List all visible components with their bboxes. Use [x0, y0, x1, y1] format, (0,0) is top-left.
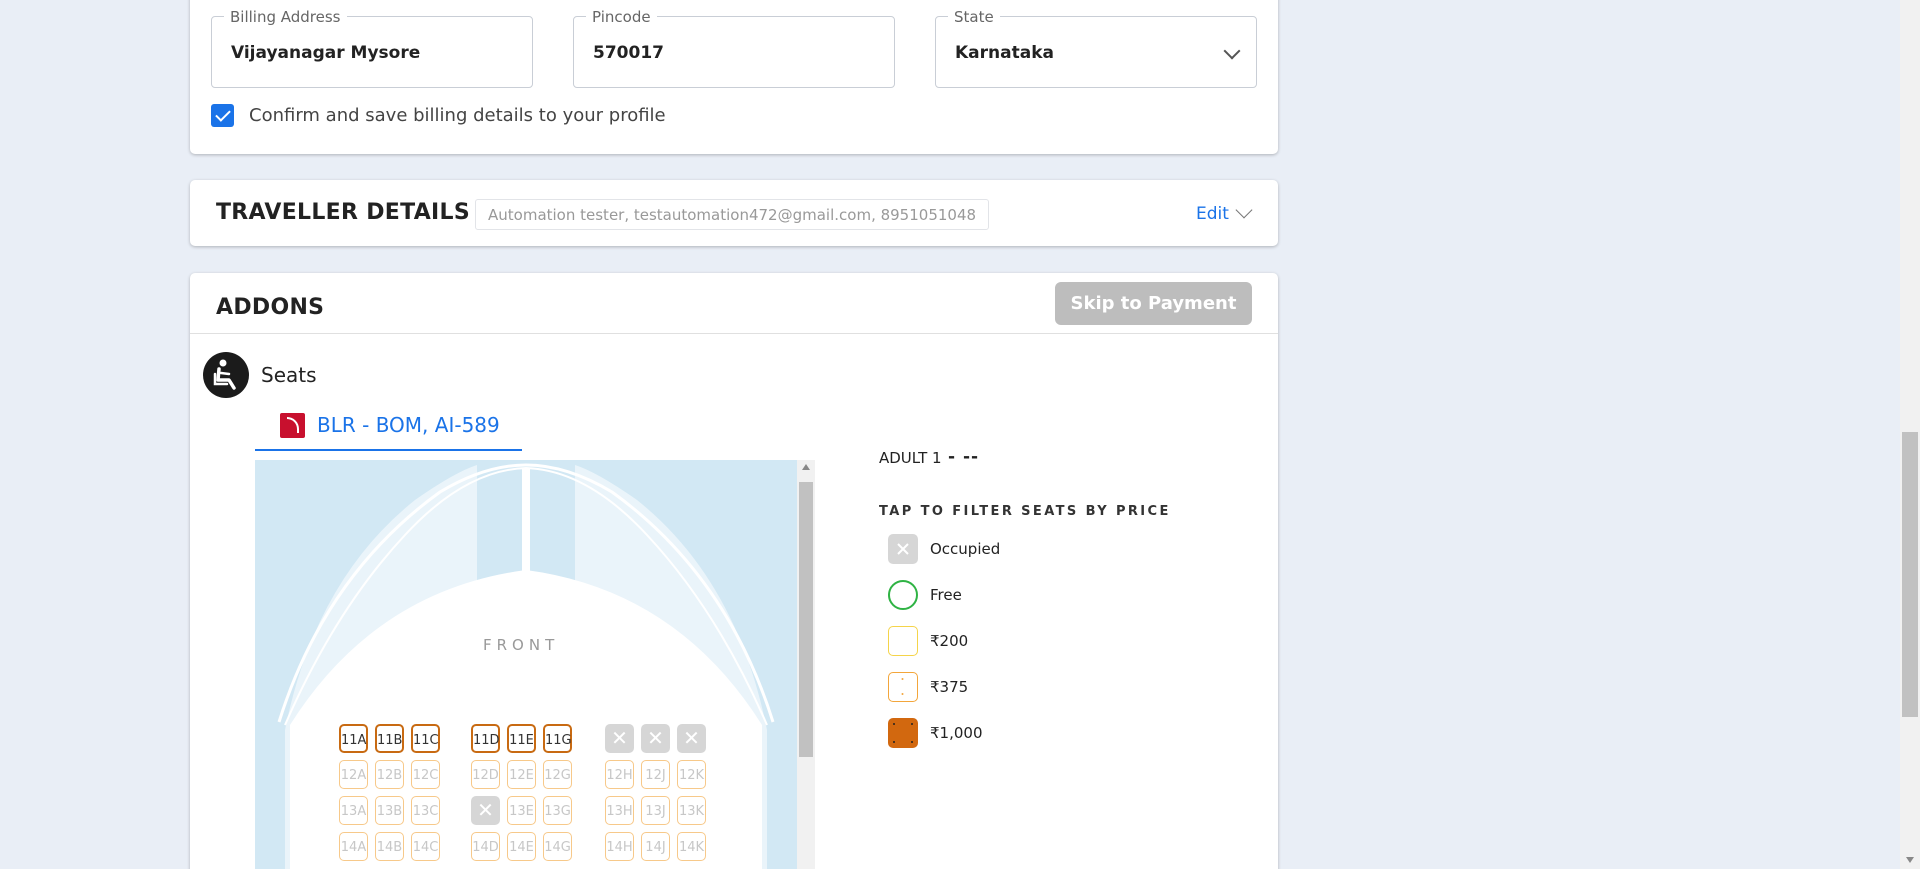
seat-13c[interactable]: 13C: [411, 796, 440, 825]
seats-label: Seats: [261, 363, 317, 387]
billing-address-value[interactable]: Vijayanagar Mysore: [231, 43, 420, 63]
confirm-billing-checkbox[interactable]: [211, 104, 234, 127]
seat-12b[interactable]: 12B: [375, 760, 404, 789]
occupied-seat[interactable]: ✕: [605, 724, 634, 753]
seat-11c[interactable]: 11C: [411, 724, 440, 753]
scroll-up-arrow-icon[interactable]: [802, 464, 810, 470]
seat-12j[interactable]: 12J: [641, 760, 670, 789]
legend-price-1000[interactable]: ₹1,000: [888, 718, 1088, 748]
edit-traveller-link[interactable]: Edit: [1196, 204, 1229, 224]
seat-14j[interactable]: 14J: [641, 832, 670, 861]
seatmap-scroll-thumb[interactable]: [799, 482, 813, 757]
legend-1000-label: ₹1,000: [930, 724, 983, 742]
seat-12k[interactable]: 12K: [677, 760, 706, 789]
state-label: State: [948, 8, 1000, 26]
legend-375-label: ₹375: [930, 678, 969, 696]
seat-11d[interactable]: 11D: [471, 724, 500, 753]
seat-12a[interactable]: 12A: [339, 760, 368, 789]
occupied-seat[interactable]: ✕: [471, 796, 500, 825]
traveller-summary: Automation tester, testautomation472@gma…: [475, 199, 990, 230]
pincode-value[interactable]: 570017: [593, 43, 664, 63]
seat-14e[interactable]: 14E: [507, 832, 536, 861]
adult-selected-seat: - --: [948, 447, 980, 467]
seat-14k[interactable]: 14K: [677, 832, 706, 861]
price-200-swatch-icon: [888, 626, 918, 656]
legend-free-label: Free: [930, 586, 962, 604]
seat-14d[interactable]: 14D: [471, 832, 500, 861]
legend-free[interactable]: Free: [888, 580, 1088, 610]
front-label: FRONT: [483, 636, 560, 654]
seat-14h[interactable]: 14H: [605, 832, 634, 861]
filter-heading: TAP TO FILTER SEATS BY PRICE: [879, 504, 1171, 519]
state-value[interactable]: Karnataka: [955, 43, 1054, 63]
seat-12c[interactable]: 12C: [411, 760, 440, 789]
legend-occupied-label: Occupied: [930, 540, 1001, 558]
scroll-down-arrow-icon[interactable]: [1906, 857, 1914, 863]
state-select[interactable]: State Karnataka: [935, 8, 1257, 88]
skip-to-payment-button[interactable]: Skip to Payment: [1055, 282, 1252, 325]
divider: [190, 333, 1278, 334]
addons-card: ADDONS Skip to Payment Seats BLR - BOM, …: [190, 273, 1278, 869]
free-circle-icon: [888, 580, 918, 610]
seat-12d[interactable]: 12D: [471, 760, 500, 789]
legend-200-label: ₹200: [930, 632, 969, 650]
chevron-down-icon[interactable]: [1223, 42, 1241, 60]
price-1000-swatch-icon: [888, 718, 918, 748]
occupied-x-icon: [888, 534, 918, 564]
seat-12g[interactable]: 12G: [543, 760, 572, 789]
seat-13k[interactable]: 13K: [677, 796, 706, 825]
seat-icon: [203, 352, 249, 398]
seat-11e[interactable]: 11E: [507, 724, 536, 753]
seat-13j[interactable]: 13J: [641, 796, 670, 825]
legend-price-375[interactable]: ₹375: [888, 672, 1088, 702]
seat-13a[interactable]: 13A: [339, 796, 368, 825]
page-scroll-thumb[interactable]: [1902, 432, 1918, 717]
traveller-details-title: TRAVELLER DETAILS: [216, 200, 470, 225]
seat-map: FRONT 11A 11B 11C 11D 11E 11G ✕ ✕ ✕ 12A 12B 12C 12D 1…: [255, 460, 797, 869]
occupied-seat[interactable]: ✕: [641, 724, 670, 753]
seat-14a[interactable]: 14A: [339, 832, 368, 861]
seat-13h[interactable]: 13H: [605, 796, 634, 825]
billing-details-card: Billing Address Vijayanagar Mysore Pinco…: [190, 0, 1278, 154]
billing-address-field[interactable]: Billing Address Vijayanagar Mysore: [211, 8, 533, 88]
addons-title: ADDONS: [216, 295, 325, 320]
seat-13b[interactable]: 13B: [375, 796, 404, 825]
pincode-field[interactable]: Pincode 570017: [573, 8, 895, 88]
flight-tab-label: BLR - BOM, AI-589: [317, 413, 500, 437]
seat-14g[interactable]: 14G: [543, 832, 572, 861]
seat-11g[interactable]: 11G: [543, 724, 572, 753]
billing-address-label: Billing Address: [224, 8, 347, 26]
seat-14c[interactable]: 14C: [411, 832, 440, 861]
seat-12h[interactable]: 12H: [605, 760, 634, 789]
chevron-down-icon[interactable]: [1235, 201, 1253, 219]
confirm-billing-label[interactable]: Confirm and save billing details to your…: [249, 105, 666, 126]
seat-14b[interactable]: 14B: [375, 832, 404, 861]
price-375-swatch-icon: [888, 672, 918, 702]
adult-label: ADULT 1: [879, 449, 942, 467]
tab-flight-blr-bom[interactable]: BLR - BOM, AI-589: [255, 401, 522, 451]
legend-price-200[interactable]: ₹200: [888, 626, 1088, 656]
seat-11b[interactable]: 11B: [375, 724, 404, 753]
occupied-seat[interactable]: ✕: [677, 724, 706, 753]
seat-11a[interactable]: 11A: [339, 724, 368, 753]
seat-13g[interactable]: 13G: [543, 796, 572, 825]
traveller-details-card: TRAVELLER DETAILS Automation tester, tes…: [190, 180, 1278, 246]
seat-13e[interactable]: 13E: [507, 796, 536, 825]
seat-12e[interactable]: 12E: [507, 760, 536, 789]
legend-occupied[interactable]: Occupied: [888, 534, 1088, 564]
airline-logo-icon: [280, 413, 305, 438]
pincode-label: Pincode: [586, 8, 657, 26]
